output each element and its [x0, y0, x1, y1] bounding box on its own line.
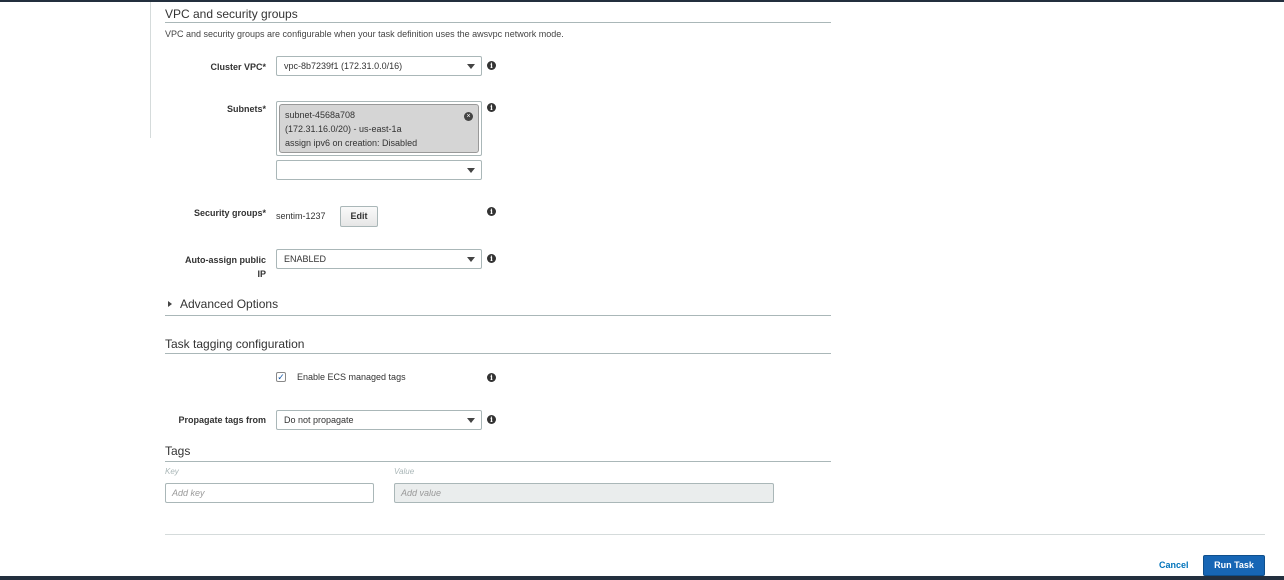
section-divider	[165, 315, 831, 316]
tags-key-header: Key	[165, 467, 179, 476]
tags-value-header: Value	[394, 467, 415, 476]
tags-title: Tags	[165, 444, 191, 458]
auto-assign-ip-value: ENABLED	[284, 254, 327, 264]
propagate-tags-value: Do not propagate	[284, 415, 354, 425]
subnets-label: Subnets*	[226, 104, 266, 114]
close-circle-icon[interactable]: ×	[464, 112, 473, 121]
advanced-options-label: Advanced Options	[180, 297, 279, 311]
info-icon[interactable]: i	[487, 207, 496, 216]
left-divider	[150, 2, 151, 138]
propagate-tags-select[interactable]: Do not propagate	[276, 410, 482, 430]
section-divider	[165, 353, 831, 354]
enable-ecs-tags-label: Enable ECS managed tags	[297, 372, 406, 382]
subnets-token-box[interactable]: subnet-4568a708 (172.31.16.0/20) - us-ea…	[276, 101, 482, 156]
top-bar	[0, 0, 1284, 2]
task-tagging-title: Task tagging configuration	[165, 337, 305, 351]
edit-security-groups-button[interactable]: Edit	[340, 206, 378, 227]
security-group-value: sentim-1237	[276, 211, 326, 221]
subnet-token: subnet-4568a708 (172.31.16.0/20) - us-ea…	[279, 104, 479, 153]
vpc-section-title: VPC and security groups	[165, 7, 298, 21]
auto-assign-ip-label: Auto-assign public IP	[185, 255, 266, 279]
vpc-section-description: VPC and security groups are configurable…	[165, 29, 564, 39]
cancel-button[interactable]: Cancel	[1159, 560, 1189, 570]
info-icon[interactable]: i	[487, 61, 496, 70]
tag-key-input[interactable]: Add key	[165, 483, 374, 503]
info-icon[interactable]: i	[487, 254, 496, 263]
security-groups-label: Security groups*	[193, 208, 266, 218]
checkmark-icon: ✓	[277, 372, 285, 382]
cluster-vpc-select[interactable]: vpc-8b7239f1 (172.31.0.0/16)	[276, 56, 482, 76]
caret-down-icon	[467, 168, 475, 173]
auto-assign-ip-select[interactable]: ENABLED	[276, 249, 482, 269]
cluster-vpc-label: Cluster VPC*	[210, 62, 266, 72]
footer-divider	[165, 534, 1265, 535]
caret-right-icon	[168, 300, 172, 307]
tag-value-input[interactable]: Add value	[394, 483, 774, 503]
cluster-vpc-value: vpc-8b7239f1 (172.31.0.0/16)	[284, 61, 403, 71]
subnet-token-line: (172.31.16.0/20) - us-east-1a	[285, 124, 402, 134]
info-icon[interactable]: i	[487, 373, 496, 382]
caret-down-icon	[467, 64, 475, 69]
subnet-token-line: subnet-4568a708	[285, 110, 356, 120]
caret-down-icon	[467, 257, 475, 262]
section-divider	[165, 461, 831, 462]
bottom-bar	[0, 576, 1284, 580]
subnets-select[interactable]	[276, 160, 482, 180]
propagate-tags-label: Propagate tags from	[178, 415, 266, 425]
caret-down-icon	[467, 418, 475, 423]
subnet-token-line: assign ipv6 on creation: Disabled	[285, 138, 418, 148]
info-icon[interactable]: i	[487, 103, 496, 112]
advanced-options-toggle[interactable]: Advanced Options	[168, 297, 278, 311]
section-divider	[165, 22, 831, 23]
enable-ecs-tags-checkbox[interactable]: ✓	[276, 372, 286, 382]
info-icon[interactable]: i	[487, 415, 496, 424]
run-task-button[interactable]: Run Task	[1203, 555, 1265, 576]
